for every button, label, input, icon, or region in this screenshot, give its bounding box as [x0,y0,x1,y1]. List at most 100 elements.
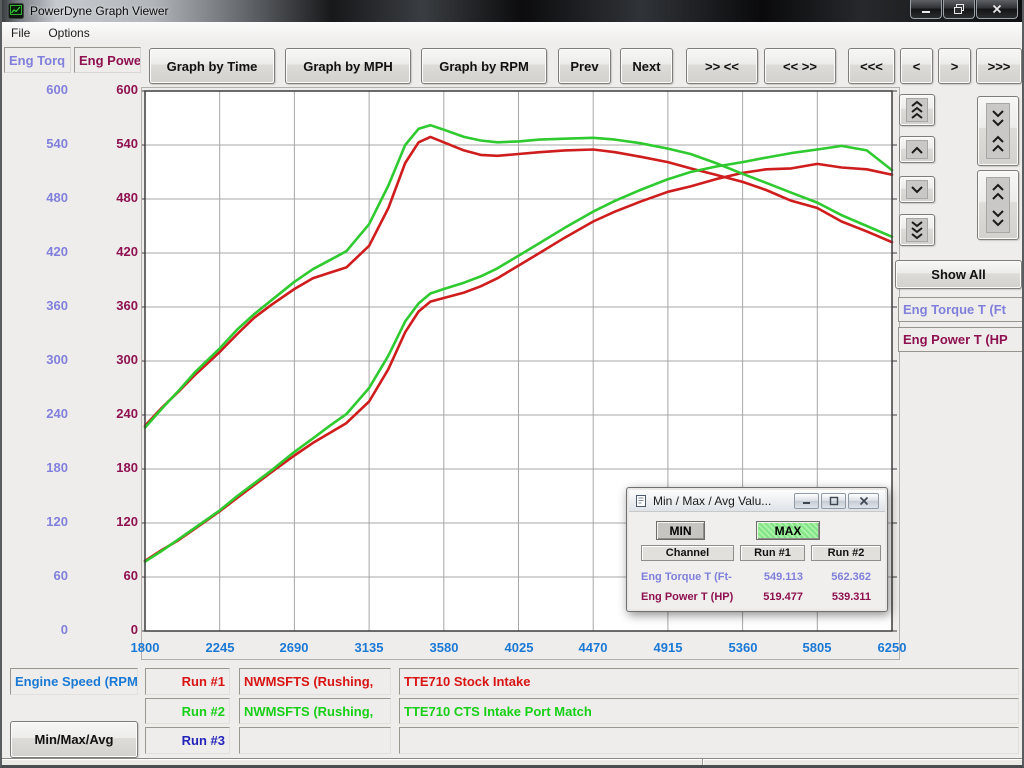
popup-torque-row-label: Eng Torque T (Ft- [641,570,737,585]
power-tick-label: 420 [74,244,138,260]
torque-channel-box[interactable]: Eng Torque T (Ft [898,297,1024,322]
chevrons-inward-icon [991,108,1005,154]
close-button[interactable] [976,0,1018,19]
run3-description-box[interactable] [399,727,1019,754]
popup-torque-run1-value: 549.113 [740,570,803,585]
scroll-right-button[interactable]: > [938,48,971,84]
scroll-far-left-button[interactable]: <<< [848,48,895,84]
rpm-tick-label: 3580 [414,640,474,655]
popup-power-run1-value: 519.477 [740,590,803,605]
run2-description-box[interactable]: TTE710 CTS Intake Port Match [399,698,1019,724]
torque-tick-label: 60 [4,568,68,584]
rpm-tick-label: 4915 [638,640,698,655]
power-tick-label: 360 [74,298,138,314]
torque-tick-label: 420 [4,244,68,260]
rpm-tick-label: 4470 [563,640,623,655]
minimize-button[interactable] [910,0,942,19]
torque-tick-label: 240 [4,406,68,422]
min-button[interactable]: MIN [656,521,705,540]
torque-tick-label: 480 [4,190,68,206]
popup-close-icon [859,496,869,506]
popup-maximize-button[interactable] [821,493,846,509]
restore-icon [953,3,965,15]
run2-label: Run #2 [145,698,230,724]
title-bar[interactable]: PowerDyne Graph Viewer [2,0,1024,22]
popup-power-row-label: Eng Power T (HP) [641,590,737,605]
shift-down-fast-button[interactable] [899,214,935,246]
rpm-tick-label: 5805 [787,640,847,655]
menu-file[interactable]: File [2,23,39,43]
popup-icon [635,494,648,508]
chevrons-outward-icon [991,182,1005,228]
expand-scale-button[interactable] [977,170,1019,240]
graph-by-time-button[interactable]: Graph by Time [149,48,275,84]
torque-tick-label: 0 [4,622,68,638]
run3-label: Run #3 [145,727,230,754]
popup-minimize-icon [802,496,812,506]
power-tick-label: 480 [74,190,138,206]
minimize-icon [920,3,932,15]
powerdyne-window: PowerDyne Graph Viewer File Options Eng … [0,0,1024,768]
chevron-triple-up-icon [910,100,924,120]
power-tick-label: 180 [74,460,138,476]
graph-by-rpm-button[interactable]: Graph by RPM [421,48,547,84]
popup-close-button[interactable] [848,493,879,509]
rpm-tick-label: 4025 [489,640,549,655]
rpm-tick-label: 1800 [115,640,175,655]
popup-title: Min / Max / Avg Valu... [653,494,771,508]
status-bar-divider [702,759,703,768]
torque-axis-header[interactable]: Eng Torq [4,47,71,73]
popup-torque-run2-value: 562.362 [811,570,871,585]
run1-file-box[interactable]: NWMSFTS (Rushing, [239,668,391,695]
zoom-in-x-button[interactable]: >> << [686,48,758,84]
window-title: PowerDyne Graph Viewer [30,4,169,18]
power-tick-label: 300 [74,352,138,368]
rpm-tick-label: 2690 [264,640,324,655]
restore-button[interactable] [943,0,975,19]
torque-tick-label: 300 [4,352,68,368]
power-tick-label: 120 [74,514,138,530]
power-axis-header[interactable]: Eng Powe [74,47,141,73]
x-channel-box[interactable]: Engine Speed (RPM [10,668,138,695]
graph-by-mph-button[interactable]: Graph by MPH [285,48,411,84]
torque-tick-label: 180 [4,460,68,476]
power-tick-label: 60 [74,568,138,584]
rpm-tick-label: 3135 [339,640,399,655]
menu-options[interactable]: Options [39,23,98,43]
rpm-tick-label: 6250 [862,640,922,655]
power-channel-box[interactable]: Eng Power T (HP [898,327,1024,352]
scroll-left-button[interactable]: < [900,48,933,84]
shift-up-fast-button[interactable] [899,94,935,126]
minmax-popup-window: Min / Max / Avg Valu... MIN MAX Channel … [626,487,888,612]
rpm-tick-label: 5360 [713,640,773,655]
close-icon [991,3,1003,15]
power-tick-label: 540 [74,136,138,152]
shift-up-button[interactable] [899,136,935,163]
popup-power-run2-value: 539.311 [811,590,871,605]
next-button[interactable]: Next [620,48,673,84]
chevron-down-icon [910,185,924,195]
rpm-tick-label: 2245 [190,640,250,655]
show-all-button[interactable]: Show All [895,260,1022,289]
run1-label: Run #1 [145,668,230,695]
run1-description-box[interactable]: TTE710 Stock Intake [399,668,1019,695]
scroll-far-right-button[interactable]: >>> [976,48,1022,84]
torque-tick-label: 360 [4,298,68,314]
torque-tick-label: 120 [4,514,68,530]
popup-minimize-button[interactable] [794,493,819,509]
compress-scale-button[interactable] [977,96,1019,166]
zoom-out-x-button[interactable]: << >> [764,48,836,84]
minmaxavg-button[interactable]: Min/Max/Avg [10,721,138,758]
torque-tick-label: 600 [4,82,68,98]
popup-maximize-icon [829,496,839,506]
popup-column-channel: Channel [641,545,734,561]
shift-down-button[interactable] [899,176,935,203]
run3-file-box[interactable] [239,727,391,754]
popup-column-run1: Run #1 [740,545,805,561]
run2-file-box[interactable]: NWMSFTS (Rushing, [239,698,391,724]
status-bar [2,758,1024,768]
chevron-up-icon [910,145,924,155]
prev-button[interactable]: Prev [558,48,611,84]
max-button[interactable]: MAX [756,521,820,540]
popup-title-bar[interactable]: Min / Max / Avg Valu... [629,490,885,512]
